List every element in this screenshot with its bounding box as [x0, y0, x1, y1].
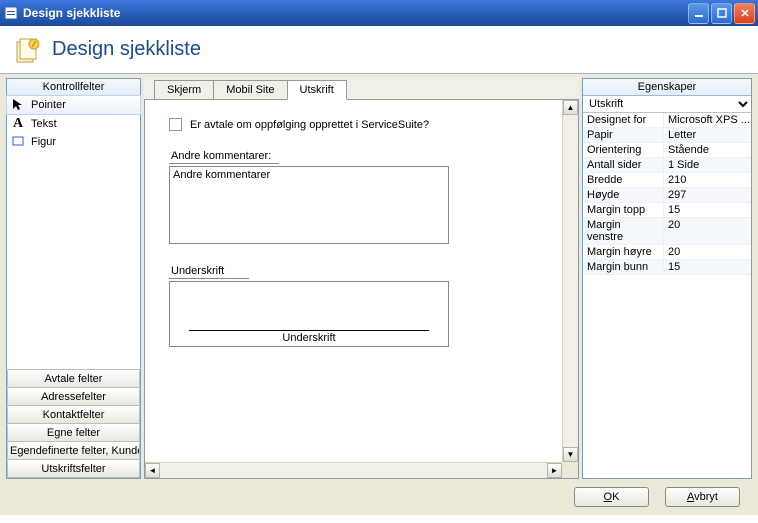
prop-row[interactable]: Designet forMicrosoft XPS ...	[583, 113, 751, 128]
controls-panel: Kontrollfelter Pointer A Tekst Figur Avt…	[6, 78, 141, 479]
page-header: Design sjekkliste	[0, 26, 758, 74]
properties-target-select[interactable]: Utskrift	[583, 96, 751, 112]
category-egne-felter[interactable]: Egne felter	[7, 424, 140, 442]
prop-row[interactable]: Antall sider1 Side	[583, 158, 751, 173]
signature-box[interactable]: Underskrift	[169, 281, 449, 347]
horizontal-scrollbar[interactable]: ◄ ►	[145, 462, 562, 478]
app-icon	[3, 5, 19, 21]
controls-panel-header: Kontrollfelter	[7, 79, 140, 96]
tool-list: Pointer A Tekst Figur	[7, 96, 140, 369]
comments-box[interactable]: Andre kommentarer	[169, 166, 449, 244]
prop-row[interactable]: Margin topp15	[583, 203, 751, 218]
vertical-scrollbar[interactable]: ▲ ▼	[562, 100, 578, 462]
figure-icon	[11, 136, 25, 148]
tool-text[interactable]: A Tekst	[7, 114, 140, 134]
tool-label: Tekst	[31, 118, 57, 130]
design-canvas[interactable]: Er avtale om oppfølging opprettet i Serv…	[145, 100, 562, 462]
minimize-button[interactable]	[688, 3, 709, 24]
scroll-down-button[interactable]: ▼	[563, 447, 578, 462]
scroll-right-button[interactable]: ►	[547, 463, 562, 478]
tab-skjerm[interactable]: Skjerm	[154, 80, 214, 99]
followup-checkbox[interactable]	[169, 118, 182, 131]
checkbox-label: Er avtale om oppfølging opprettet i Serv…	[190, 119, 429, 131]
tab-mobil-site[interactable]: Mobil Site	[213, 80, 287, 99]
view-tabs: Skjerm Mobil Site Utskrift	[144, 78, 579, 99]
scroll-left-button[interactable]: ◄	[145, 463, 160, 478]
prop-row[interactable]: Margin venstre20	[583, 218, 751, 245]
comments-label: Andre kommentarer:	[169, 149, 279, 164]
properties-panel-header: Egenskaper	[583, 79, 751, 96]
signature-caption: Underskrift	[282, 332, 335, 344]
cancel-button[interactable]: Avbryt	[665, 487, 740, 507]
signature-label: Underskrift	[169, 264, 249, 279]
tool-label: Figur	[31, 136, 56, 148]
prop-row[interactable]: Margin høyre20	[583, 245, 751, 260]
prop-row[interactable]: PapirLetter	[583, 128, 751, 143]
window-titlebar: Design sjekkliste	[0, 0, 758, 26]
properties-panel: Egenskaper Utskrift Designet forMicrosof…	[582, 78, 752, 479]
checkbox-row[interactable]: Er avtale om oppfølging opprettet i Serv…	[169, 118, 538, 131]
prop-row[interactable]: Bredde210	[583, 173, 751, 188]
checklist-icon	[14, 36, 42, 64]
maximize-button[interactable]	[711, 3, 732, 24]
tool-label: Pointer	[31, 99, 66, 111]
category-adressefelter[interactable]: Adressefelter	[7, 388, 140, 406]
signature-group[interactable]: Underskrift Underskrift	[169, 264, 538, 347]
design-canvas-panel: Skjerm Mobil Site Utskrift Er avtale om …	[144, 78, 579, 479]
page-title: Design sjekkliste	[52, 38, 201, 61]
scroll-corner	[562, 462, 578, 478]
comments-group[interactable]: Andre kommentarer: Andre kommentarer	[169, 149, 538, 244]
prop-row[interactable]: OrienteringStående	[583, 143, 751, 158]
window-title: Design sjekkliste	[23, 6, 688, 20]
category-avtale-felter[interactable]: Avtale felter	[7, 370, 140, 388]
dialog-footer: OK Avbryt	[0, 479, 758, 515]
prop-row[interactable]: Høyde297	[583, 188, 751, 203]
tab-utskrift[interactable]: Utskrift	[287, 80, 347, 100]
close-button[interactable]	[734, 3, 755, 24]
ok-button[interactable]: OK	[574, 487, 649, 507]
category-egendefinerte[interactable]: Egendefinerte felter, Kunde	[7, 442, 140, 460]
prop-row[interactable]: Margin bunn15	[583, 260, 751, 275]
scroll-up-button[interactable]: ▲	[563, 100, 578, 115]
tool-pointer[interactable]: Pointer	[6, 95, 141, 115]
pointer-icon	[11, 98, 25, 112]
category-kontaktfelter[interactable]: Kontaktfelter	[7, 406, 140, 424]
tool-figure[interactable]: Figur	[7, 134, 140, 150]
category-utskriftsfelter[interactable]: Utskriftsfelter	[7, 460, 140, 478]
text-icon: A	[11, 116, 25, 132]
properties-grid: Designet forMicrosoft XPS ... PapirLette…	[583, 113, 751, 478]
